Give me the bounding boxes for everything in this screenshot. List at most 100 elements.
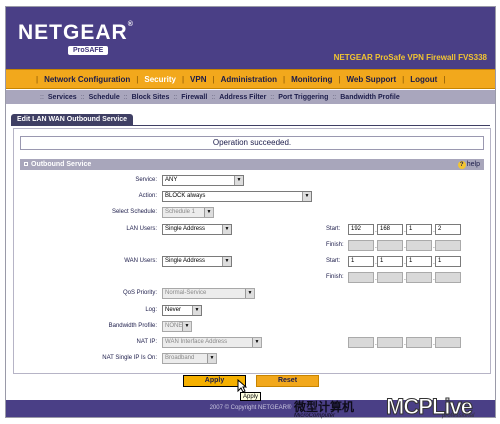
- chevron-down-icon: ▼: [182, 322, 191, 331]
- row-action: Action: BLOCK always ▼: [14, 191, 492, 203]
- lan-start-octet-3[interactable]: 1: [406, 224, 432, 235]
- nat-single-label: NAT Single IP Is On:: [102, 355, 157, 361]
- lan-finish-octet-3: [406, 240, 432, 251]
- nav-administration[interactable]: Administration: [221, 75, 277, 84]
- tab-underline: [11, 125, 490, 126]
- nat-ip-octet-1: [348, 337, 374, 348]
- lan-start-octet-2[interactable]: 168: [377, 224, 403, 235]
- subnav-services[interactable]: Services: [48, 94, 77, 101]
- row-qos: QoS Priority: Normal-Service ▼: [14, 288, 492, 300]
- service-label: Service:: [135, 177, 157, 183]
- nat-single-select: Broadband ▼: [162, 353, 217, 364]
- wan-finish-octet-3: [406, 272, 432, 283]
- row-wan-users: WAN Users: Single Address ▼ Start: 1 . 1 …: [14, 256, 492, 268]
- row-nat-ip: NAT IP: WAN Interface Address ▼ . . .: [14, 337, 492, 349]
- nat-ip-octet-4: [435, 337, 461, 348]
- wan-start-octet-2[interactable]: 1: [377, 256, 403, 267]
- lan-users-select[interactable]: Single Address ▼: [162, 224, 232, 235]
- chevron-down-icon: ▼: [192, 306, 201, 315]
- main-nav: | Network Configuration | Security | VPN…: [6, 69, 495, 89]
- sub-nav: :: Services :: Schedule :: Block Sites :: Fi…: [6, 90, 495, 104]
- subnav-firewall[interactable]: Firewall: [181, 94, 207, 101]
- lan-start-octet-4[interactable]: 2: [435, 224, 461, 235]
- row-bandwidth: Bandwidth Profile: NONE ▼: [14, 321, 492, 333]
- lan-start-octet-1[interactable]: 192: [348, 224, 374, 235]
- wan-start-octet-4[interactable]: 1: [435, 256, 461, 267]
- nat-ip-octet-2: [377, 337, 403, 348]
- nav-security[interactable]: Security: [144, 75, 176, 84]
- schedule-label: Select Schedule:: [111, 209, 157, 215]
- chevron-down-icon: ▼: [222, 257, 231, 266]
- action-label: Action:: [138, 193, 157, 199]
- apply-tooltip: Apply: [240, 392, 262, 401]
- chevron-down-icon: ▼: [302, 192, 311, 201]
- qos-label: QoS Priority:: [122, 290, 157, 296]
- magazine-watermark: 微型计算机 MicroComputer MCPLive professional: [294, 394, 494, 422]
- nav-monitoring[interactable]: Monitoring: [291, 75, 332, 84]
- reset-button[interactable]: Reset: [256, 375, 319, 387]
- chevron-down-icon: ▼: [207, 354, 216, 363]
- service-select[interactable]: ANY ▼: [162, 175, 244, 186]
- wan-users-label: WAN Users:: [124, 258, 157, 264]
- chevron-down-icon: ▼: [222, 225, 231, 234]
- lan-finish-octet-2: [377, 240, 403, 251]
- nat-ip-octet-3: [406, 337, 432, 348]
- row-lan-users: LAN Users: Single Address ▼ Start: 192 . …: [14, 224, 492, 236]
- app-window: NETGEAR® ProSAFE NETGEAR ProSafe VPN Fir…: [5, 6, 496, 418]
- subnav-block-sites[interactable]: Block Sites: [132, 94, 170, 101]
- nav-network-configuration[interactable]: Network Configuration: [44, 75, 130, 84]
- lan-finish-octet-4: [435, 240, 461, 251]
- nat-ip-label: NAT IP:: [136, 339, 157, 345]
- bandwidth-select: NONE ▼: [162, 321, 192, 332]
- nat-ip-select: WAN Interface Address ▼: [162, 337, 262, 348]
- lan-finish-octet-1: [348, 240, 374, 251]
- qos-select: Normal-Service ▼: [162, 288, 255, 299]
- watermark-en: MicroComputer: [294, 413, 336, 419]
- wan-finish-octet-4: [435, 272, 461, 283]
- wan-finish-octet-1: [348, 272, 374, 283]
- watermark-sub: professional: [442, 413, 475, 419]
- nav-logout[interactable]: Logout: [410, 75, 437, 84]
- schedule-select: Schedule 1 ▼: [162, 207, 214, 218]
- log-label: Log:: [145, 307, 157, 313]
- header-banner: NETGEAR® ProSAFE NETGEAR ProSafe VPN Fir…: [6, 7, 495, 69]
- product-title: NETGEAR ProSafe VPN Firewall FVS338: [333, 53, 487, 62]
- content-panel: Operation succeeded. Outbound Service ? h…: [13, 128, 491, 374]
- chevron-down-icon: ▼: [245, 289, 254, 298]
- lan-start-label: Start:: [326, 226, 341, 232]
- bandwidth-label: Bandwidth Profile:: [108, 323, 157, 329]
- subnav-address-filter[interactable]: Address Filter: [219, 94, 266, 101]
- row-schedule: Select Schedule: Schedule 1 ▼: [14, 207, 492, 219]
- subnav-schedule[interactable]: Schedule: [89, 94, 120, 101]
- log-select[interactable]: Never ▼: [162, 305, 202, 316]
- subnav-bandwidth-profile[interactable]: Bandwidth Profile: [340, 94, 400, 101]
- netgear-logo: NETGEAR®: [18, 21, 134, 44]
- subnav-port-triggering[interactable]: Port Triggering: [278, 94, 328, 101]
- wan-start-octet-3[interactable]: 1: [406, 256, 432, 267]
- chevron-down-icon: ▼: [234, 176, 243, 185]
- help-link[interactable]: ? help: [457, 159, 480, 170]
- prosafe-badge: ProSAFE: [68, 46, 109, 55]
- mouse-cursor-icon: [237, 379, 247, 393]
- action-select[interactable]: BLOCK always ▼: [162, 191, 312, 202]
- nav-vpn[interactable]: VPN: [190, 75, 206, 84]
- row-service: Service: ANY ▼: [14, 175, 492, 187]
- chevron-down-icon: ▼: [204, 208, 213, 217]
- section-toggle-icon[interactable]: [24, 162, 28, 167]
- row-wan-finish: Finish: . . .: [14, 272, 492, 284]
- lan-finish-label: Finish:: [326, 242, 344, 248]
- chevron-down-icon: ▼: [252, 338, 261, 347]
- nav-web-support[interactable]: Web Support: [347, 75, 397, 84]
- row-nat-single: NAT Single IP Is On: Broadband ▼: [14, 353, 492, 365]
- form-buttons: Apply Reset: [183, 375, 319, 388]
- row-log: Log: Never ▼: [14, 305, 492, 317]
- wan-start-label: Start:: [326, 258, 341, 264]
- wan-finish-octet-2: [377, 272, 403, 283]
- status-message: Operation succeeded.: [20, 136, 484, 150]
- wan-start-octet-1[interactable]: 1: [348, 256, 374, 267]
- lan-users-label: LAN Users:: [126, 226, 157, 232]
- row-lan-finish: Finish: . . .: [14, 240, 492, 252]
- help-icon: ?: [457, 161, 466, 169]
- wan-users-select[interactable]: Single Address ▼: [162, 256, 232, 267]
- wan-finish-label: Finish:: [326, 274, 344, 280]
